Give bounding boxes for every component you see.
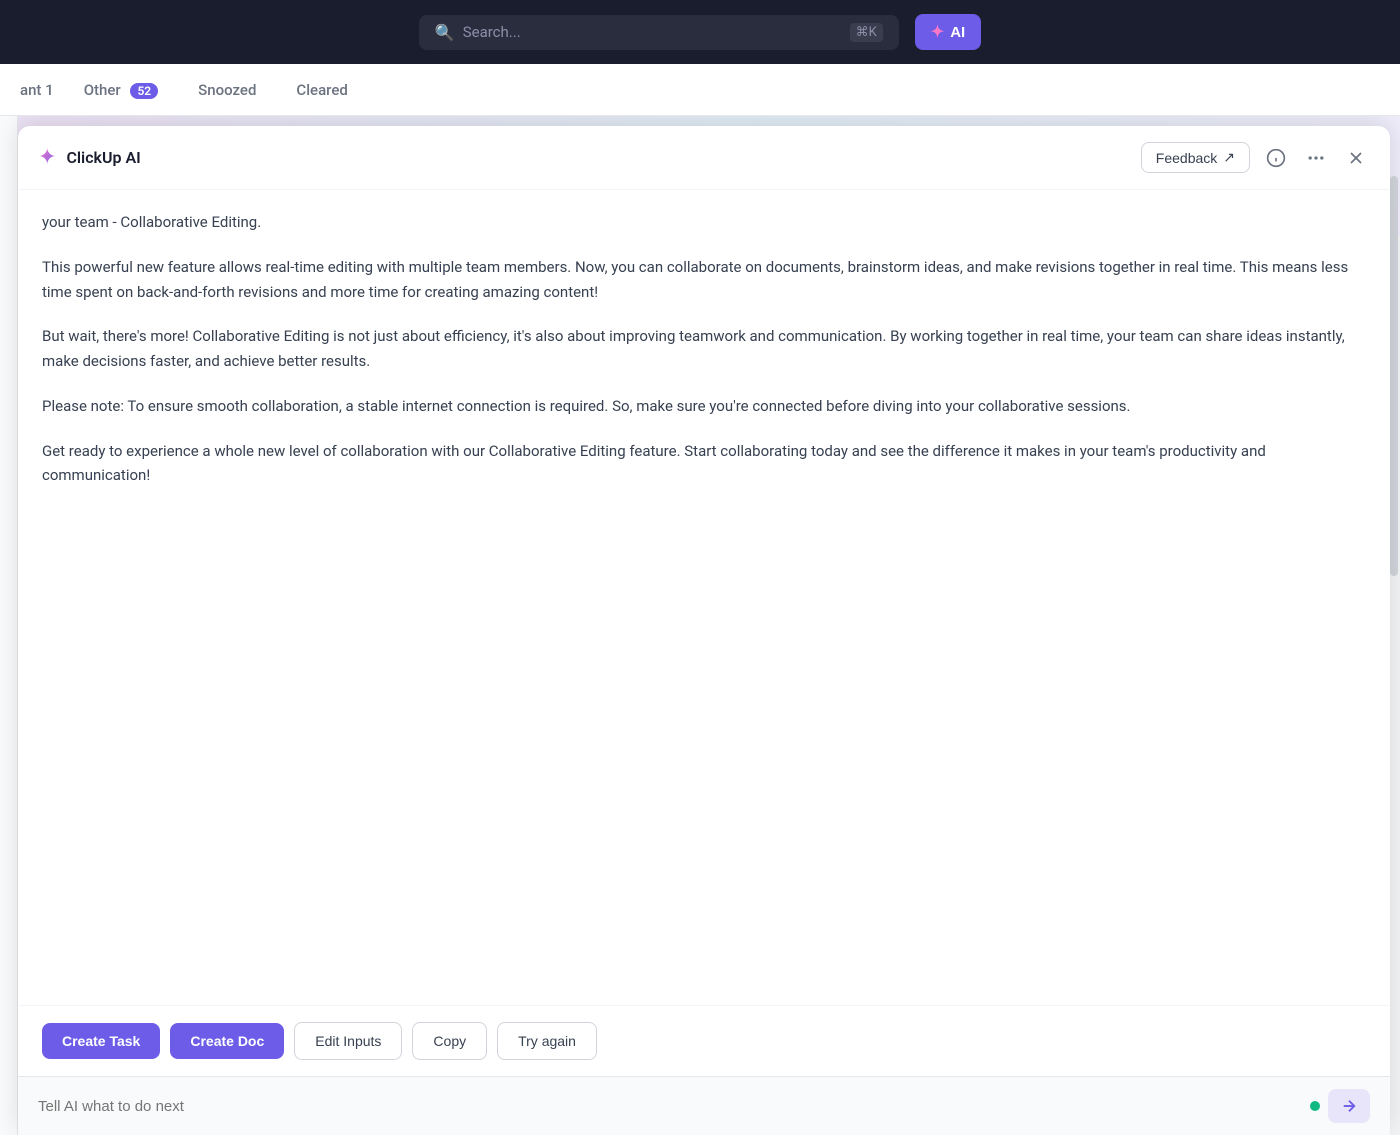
background-content: ✦ ClickUp AI Feedback ↗ [0,116,1400,1135]
close-button[interactable] [1342,144,1370,172]
content-paragraph-1: your team - Collaborative Editing. [42,210,1366,235]
tab-other-badge: 52 [130,83,158,99]
edit-inputs-button[interactable]: Edit Inputs [294,1022,402,1060]
feedback-label: Feedback [1156,150,1217,166]
panel-content: your team - Collaborative Editing. This … [18,190,1390,1005]
ai-input[interactable] [38,1098,1302,1115]
tab-cleared-label: Cleared [296,81,347,99]
search-bar[interactable]: 🔍 Search... ⌘K [419,15,899,50]
content-paragraph-5: Get ready to experience a whole new leve… [42,439,1366,489]
scrollbar[interactable] [1390,176,1398,576]
content-paragraph-4: Please note: To ensure smooth collaborat… [42,394,1366,419]
panel-title: ClickUp AI [66,148,140,167]
send-icon [1340,1097,1358,1115]
tab-cleared[interactable]: Cleared [276,67,367,113]
content-paragraph-3: But wait, there's more! Collaborative Ed… [42,324,1366,374]
ai-button[interactable]: ✦ AI [915,14,981,50]
ai-panel: ✦ ClickUp AI Feedback ↗ [18,126,1390,1135]
tab-partial: ant 1 [20,67,64,113]
sidebar-hint [0,116,18,1135]
copy-button[interactable]: Copy [412,1022,487,1060]
create-doc-button[interactable]: Create Doc [170,1023,284,1059]
status-dot [1310,1101,1320,1111]
ai-button-label: AI [950,24,965,41]
more-options-button[interactable] [1302,144,1330,172]
search-placeholder: Search... [463,23,842,41]
tab-other[interactable]: Other 52 [64,67,178,113]
info-icon [1266,148,1286,168]
info-button[interactable] [1262,144,1290,172]
sparkle-icon: ✦ [38,145,56,170]
search-icon: 🔍 [435,23,455,42]
close-icon [1346,148,1366,168]
tab-other-label: Other [84,81,121,99]
panel-logo: ✦ ClickUp AI [38,145,1141,170]
panel-header: ✦ ClickUp AI Feedback ↗ [18,126,1390,190]
tab-snoozed-label: Snoozed [198,81,256,99]
try-again-button[interactable]: Try again [497,1022,597,1060]
send-button[interactable] [1328,1089,1370,1123]
panel-input-area [18,1076,1390,1135]
feedback-external-icon: ↗ [1223,149,1235,166]
panel-actions: Feedback ↗ [1141,142,1370,173]
action-buttons: Create Task Create Doc Edit Inputs Copy … [18,1005,1390,1076]
keyboard-shortcut: ⌘K [850,23,883,42]
ellipsis-icon [1306,148,1326,168]
feedback-button[interactable]: Feedback ↗ [1141,142,1250,173]
partial-badge: 1 [45,81,54,99]
content-paragraph-2: This powerful new feature allows real-ti… [42,255,1366,305]
create-task-button[interactable]: Create Task [42,1023,160,1059]
tab-snoozed[interactable]: Snoozed [178,67,276,113]
ai-star-icon: ✦ [931,22,944,42]
tabs-area: ant 1 Other 52 Snoozed Cleared [0,64,1400,116]
top-bar: 🔍 Search... ⌘K ✦ AI [0,0,1400,64]
